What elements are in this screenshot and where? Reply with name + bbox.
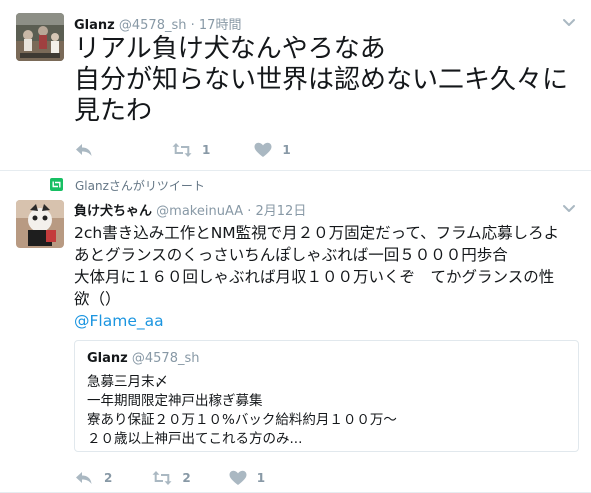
heart-icon [254,142,272,158]
tweet-text-line: あとグランスのくっさいちんぽしゃぶれば一回５０００円歩合 [74,246,508,264]
retweet-button[interactable]: 1 [172,142,210,158]
timestamp[interactable]: 17時間 [199,18,242,33]
quoted-text-line: ２０歳以上神戸出てこれる方のみ... [87,431,303,447]
avatar[interactable] [16,13,64,61]
reply-button[interactable]: 2 [74,470,112,486]
author-name[interactable]: 負け犬ちゃん [74,204,152,219]
like-count: 1 [282,143,291,157]
quoted-tweet-header: Glanz @4578_sh [87,351,199,366]
retweet-context: Glanzさんがリツイート [50,177,205,194]
tweet-text-line: リアル負け犬なんやろなあ [74,34,386,64]
like-button[interactable]: 1 [254,142,291,158]
retweet-icon [152,470,172,486]
quoted-author-handle[interactable]: @4578_sh [132,351,200,366]
tweet-actions: 1 1 [74,140,325,160]
chevron-down-icon[interactable] [561,200,577,216]
tweet-text-line: 大体月に１６０回しゃぶれば月収１００万いくぞ てかグランスの性 [74,268,555,286]
quoted-tweet[interactable]: Glanz @4578_sh 急募三月末〆 一年期間限定神戸出稼ぎ募集 寮あり保… [74,340,579,452]
reply-icon [74,142,94,158]
tweet-text-line: 2ch書き込み工作とNM監視で月２０万固定だって、フラム応募しろよ [74,224,560,242]
quoted-text-line: 一年期間限定神戸出稼ぎ募集 [87,393,263,409]
chevron-down-icon[interactable] [561,14,577,30]
tweet-text: リアル負け犬なんやろなあ 自分が知らない世界は認めない二キ久々に 見たわ [74,34,579,127]
tweet-header: Glanz @4578_sh · 17時間 [74,14,241,33]
retweet-count: 2 [182,471,191,485]
quoted-author-name[interactable]: Glanz [87,351,128,366]
quoted-tweet-text: 急募三月末〆 一年期間限定神戸出稼ぎ募集 寮あり保証２０万１０%バック給料約月１… [87,373,397,449]
tweet-text-line: 見たわ [74,96,153,126]
tweet-header: 負け犬ちゃん @makeinuAA · 2月12日 [74,200,306,219]
retweet-button[interactable]: 2 [152,470,191,486]
tweet-text-line: 欲（） [74,290,121,308]
author-handle[interactable]: @4578_sh [119,18,187,33]
retweet-context-text[interactable]: Glanzさんがリツイート [75,177,205,194]
like-count: 1 [256,471,266,485]
heart-icon [229,470,247,486]
mention-link[interactable]: @Flame_aa [74,312,164,330]
tweet-text: 2ch書き込み工作とNM監視で月２０万固定だって、フラム応募しろよ あとグランス… [74,223,579,331]
tweet-actions: 2 2 1 [74,468,299,488]
quoted-text-line: 寮あり保証２０万１０%バック給料約月１００万〜 [87,412,397,428]
reply-button[interactable] [74,142,94,158]
quoted-text-line: 急募三月末〆 [87,374,168,390]
timestamp[interactable]: 2月12日 [256,204,307,219]
reply-count: 2 [104,471,113,485]
tweet-text-line: 自分が知らない世界は認めない二キ久々に [74,65,569,95]
author-handle[interactable]: @makeinuAA [156,204,243,219]
avatar[interactable] [16,200,64,248]
retweet-icon [50,177,63,194]
separator: · [190,18,195,33]
reply-icon [74,470,94,486]
author-name[interactable]: Glanz [74,18,115,33]
like-button[interactable]: 1 [229,470,265,486]
separator: · [247,204,252,219]
tweet[interactable]: Glanzさんがリツイート 負け犬ちゃん @makeinuAA · 2月12日 … [0,171,591,493]
tweet[interactable]: Glanz @4578_sh · 17時間 リアル負け犬なんやろなあ 自分が知ら… [0,0,591,171]
retweet-count: 1 [202,143,211,157]
retweet-icon [172,142,192,158]
